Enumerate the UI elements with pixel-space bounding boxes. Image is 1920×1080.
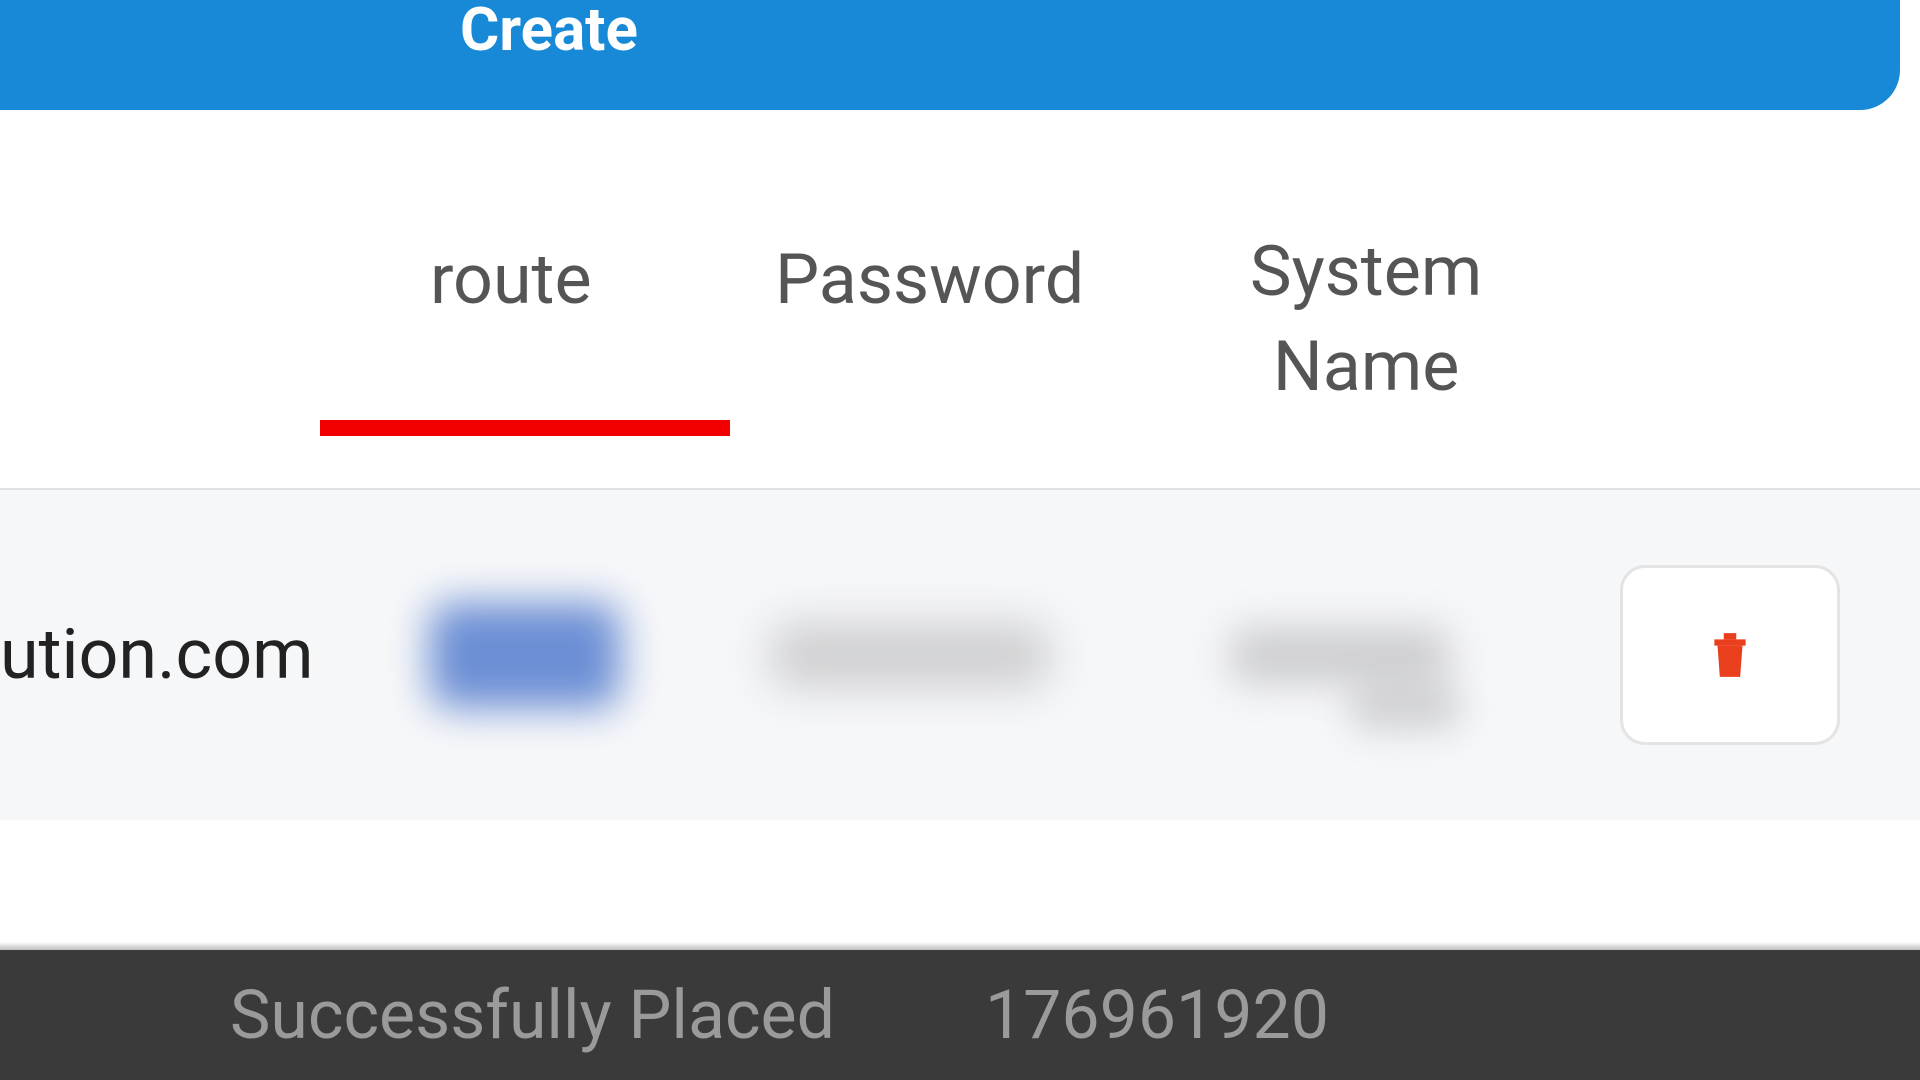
- route-underline-annotation: [320, 420, 730, 436]
- status-bar: Successfully Placed 176961920: [0, 950, 1920, 1080]
- header-system-line1: System: [1250, 231, 1482, 313]
- cell-system-redacted-2: [1350, 685, 1460, 730]
- cell-system-redacted: [1230, 628, 1450, 683]
- status-message: Successfully Placed: [230, 975, 835, 1055]
- top-bar: Create: [0, 0, 1900, 110]
- cell-domain: ution.com: [0, 614, 314, 696]
- create-button[interactable]: Create: [460, 0, 638, 60]
- trash-icon: [1711, 630, 1749, 680]
- cell-route-redacted: [430, 603, 620, 708]
- header-route[interactable]: route: [430, 239, 592, 321]
- status-id: 176961920: [985, 975, 1329, 1055]
- table-row: ution.com: [0, 490, 1920, 820]
- delete-button[interactable]: [1620, 565, 1840, 745]
- header-system-line2: Name: [1273, 326, 1460, 408]
- table-header-row: route Password System Name: [0, 280, 1920, 310]
- header-system-name[interactable]: System Name: [1250, 225, 1482, 415]
- bottom-bar-shadow: [0, 942, 1920, 950]
- cell-password-redacted: [770, 623, 1050, 688]
- header-password[interactable]: Password: [775, 239, 1084, 321]
